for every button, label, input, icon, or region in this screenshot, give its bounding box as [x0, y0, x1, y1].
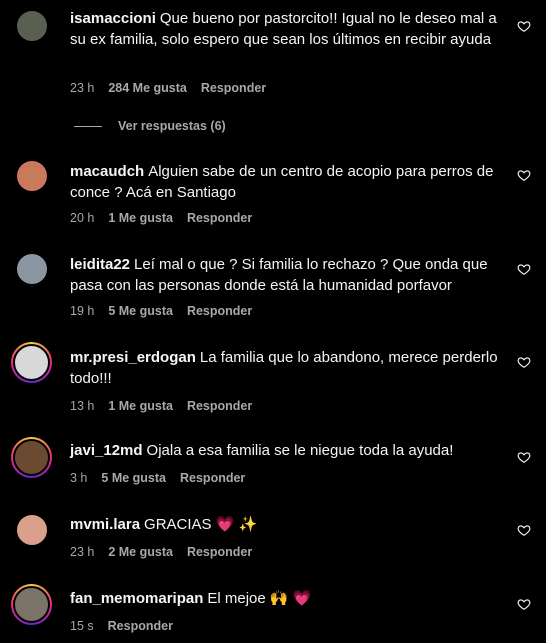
view-replies-label[interactable]: Ver respuestas (6) — [118, 119, 226, 133]
comment-time[interactable]: 15 s — [70, 619, 94, 633]
replies-divider — [74, 125, 102, 127]
reply-button[interactable]: Responder — [187, 211, 252, 225]
comment-time[interactable]: 20 h — [70, 211, 94, 225]
comment-meta: 23 h 2 Me gusta Responder — [70, 545, 266, 559]
avatar[interactable] — [15, 9, 49, 43]
reply-button[interactable]: Responder — [187, 545, 252, 559]
comment-time[interactable]: 23 h — [70, 545, 94, 559]
heart-outline-icon[interactable] — [517, 523, 531, 537]
avatar[interactable] — [11, 437, 52, 478]
comment-body: javi_12md Ojala a esa familia se le niegu… — [70, 440, 510, 461]
heart-outline-icon[interactable] — [517, 262, 531, 276]
comment-body: leidita22 Leí mal o que ? Si familia lo r… — [70, 254, 510, 296]
comment-text: El mejoe 🙌 💗 — [207, 590, 312, 607]
comment-time[interactable]: 13 h — [70, 399, 94, 413]
avatar[interactable] — [15, 159, 49, 193]
heart-outline-icon[interactable] — [517, 19, 531, 33]
comment-body: isamaccioni Que bueno por pastorcito!! Ig… — [70, 8, 510, 50]
comment-meta: 23 h 284 Me gusta Responder — [70, 81, 280, 95]
comment-meta: 3 h 5 Me gusta Responder — [70, 471, 259, 485]
comment-time[interactable]: 3 h — [70, 471, 87, 485]
comment-meta: 15 s Responder — [70, 619, 187, 633]
heart-outline-icon[interactable] — [517, 168, 531, 182]
comment-username[interactable]: mvmi.lara — [70, 516, 140, 533]
avatar[interactable] — [15, 513, 49, 547]
reply-button[interactable]: Responder — [187, 304, 252, 318]
comment-time[interactable]: 23 h — [70, 81, 94, 95]
comment-body: mvmi.lara GRACIAS 💗 ✨ — [70, 514, 510, 535]
avatar[interactable] — [11, 342, 52, 383]
reply-button[interactable]: Responder — [180, 471, 245, 485]
comment-body: mr.presi_erdogan La familia que lo abando… — [70, 347, 510, 389]
comment-username[interactable]: fan_memomaripan — [70, 590, 203, 607]
comment-likes[interactable]: 1 Me gusta — [108, 211, 173, 225]
view-replies-button[interactable]: Ver respuestas (6) — [74, 119, 226, 133]
comment-body: macaudch Alguien sabe de un centro de aco… — [70, 161, 510, 203]
comments-list: isamaccioni Que bueno por pastorcito!! Ig… — [0, 0, 546, 643]
reply-button[interactable]: Responder — [201, 81, 266, 95]
comment-text: Ojala a esa familia se le niegue toda la… — [146, 442, 454, 459]
comment-time[interactable]: 19 h — [70, 304, 94, 318]
comment-likes[interactable]: 2 Me gusta — [108, 545, 173, 559]
heart-outline-icon[interactable] — [517, 450, 531, 464]
comment-username[interactable]: macaudch — [70, 163, 144, 180]
comment-likes[interactable]: 5 Me gusta — [101, 471, 166, 485]
reply-button[interactable]: Responder — [187, 399, 252, 413]
heart-outline-icon[interactable] — [517, 355, 531, 369]
comment-username[interactable]: javi_12md — [70, 442, 143, 459]
comment-meta: 20 h 1 Me gusta Responder — [70, 211, 266, 225]
reply-button[interactable]: Responder — [108, 619, 173, 633]
comment-text: GRACIAS 💗 ✨ — [144, 516, 258, 533]
comment-body: fan_memomaripan El mejoe 🙌 💗 — [70, 588, 510, 609]
comment-meta: 13 h 1 Me gusta Responder — [70, 399, 266, 413]
comment-likes[interactable]: 1 Me gusta — [108, 399, 173, 413]
comment-likes[interactable]: 5 Me gusta — [108, 304, 173, 318]
comment-meta: 19 h 5 Me gusta Responder — [70, 304, 266, 318]
comment-username[interactable]: leidita22 — [70, 256, 130, 273]
comment-likes[interactable]: 284 Me gusta — [108, 81, 187, 95]
avatar[interactable] — [11, 584, 52, 625]
comment-text: Leí mal o que ? Si familia lo rechazo ? … — [70, 256, 488, 294]
avatar[interactable] — [15, 252, 49, 286]
comment-username[interactable]: isamaccioni — [70, 10, 156, 27]
heart-outline-icon[interactable] — [517, 597, 531, 611]
comment-username[interactable]: mr.presi_erdogan — [70, 349, 196, 366]
